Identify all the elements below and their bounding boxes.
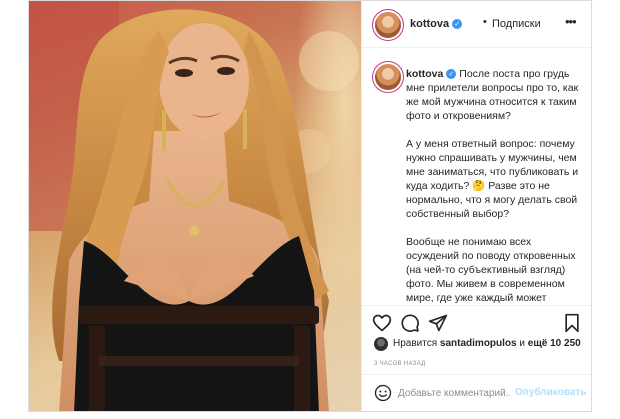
likes-count[interactable]: ещё 10 250	[528, 338, 581, 349]
emoji-icon[interactable]	[374, 384, 392, 407]
liker-username[interactable]: santadimopulos	[440, 338, 517, 349]
more-options-icon[interactable]: •••	[565, 14, 577, 29]
comment-input[interactable]	[398, 385, 510, 401]
caption-paragraph: kottova ✓ После поста про грудь мне приле…	[406, 67, 582, 123]
post-caption: kottova ✓ После поста про грудь мне приле…	[406, 67, 582, 303]
likes-text: Нравится santadimopulos и ещё 10 250	[393, 338, 581, 349]
caption-author-username-text[interactable]: kottova	[406, 68, 443, 80]
likes-summary[interactable]: Нравится santadimopulos и ещё 10 250	[362, 334, 591, 354]
post-side-panel: kottova ✓ • Подписки ••• kottova ✓ После п…	[361, 1, 591, 411]
likes-prefix: Нравится	[393, 338, 438, 349]
header-separator: •	[483, 16, 487, 28]
comments-area[interactable]: kottova ✓ После поста про грудь мне приле…	[362, 48, 591, 303]
post-timestamp[interactable]: 3 ЧАСОВ НАЗАД	[374, 361, 425, 367]
verified-badge-icon: ✓	[446, 69, 457, 79]
following-button[interactable]: Подписки	[492, 18, 541, 30]
author-username-text[interactable]: kottova	[410, 18, 449, 30]
caption-author-avatar[interactable]	[375, 64, 401, 90]
caption-paragraph: Вообще не понимаю всех осуждений по пово…	[406, 235, 582, 303]
likes-connector: и	[519, 338, 525, 349]
publish-button[interactable]: Опубликовать	[515, 387, 586, 398]
instagram-post: kottova ✓ • Подписки ••• kottova ✓ После п…	[28, 0, 592, 412]
author-avatar[interactable]	[375, 12, 401, 38]
caption-text-2: А у меня ответный вопрос: почему нужно с…	[406, 138, 579, 220]
caption-paragraph: А у меня ответный вопрос: почему нужно с…	[406, 137, 582, 221]
liker-avatar[interactable]	[374, 337, 388, 351]
author-username[interactable]: kottova ✓	[410, 18, 463, 30]
caption-author-username[interactable]: kottova ✓	[406, 68, 457, 80]
caption-text-3: Вообще не понимаю всех осуждений по пово…	[406, 236, 576, 303]
photo-illustration	[29, 1, 361, 411]
post-photo[interactable]	[29, 1, 361, 411]
verified-badge-icon: ✓	[452, 19, 463, 29]
post-header: kottova ✓ • Подписки •••	[362, 1, 591, 48]
add-comment-form: Опубликовать	[362, 374, 591, 411]
